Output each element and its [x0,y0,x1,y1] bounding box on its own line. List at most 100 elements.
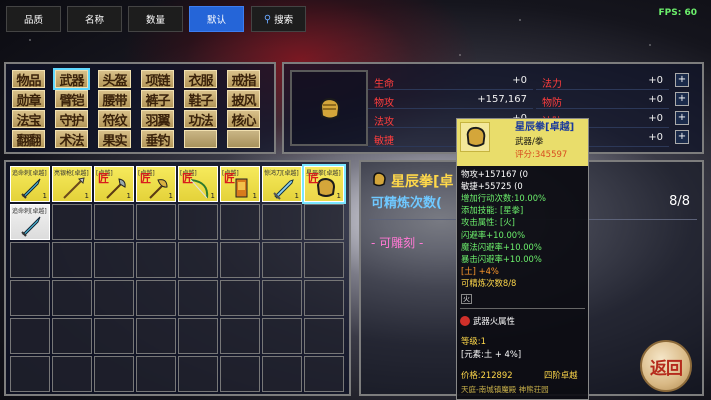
inventory-slot[interactable] [220,242,260,278]
category-tab[interactable]: 法宝 [12,110,45,129]
category-tab[interactable]: 头盔 [98,70,131,89]
category-tab[interactable]: 核心 [227,110,260,129]
inventory-slot[interactable] [52,204,92,240]
inventory-slot[interactable] [262,318,302,354]
inventory-slot[interactable] [94,318,134,354]
category-tab[interactable]: 项链 [141,70,174,89]
tooltip-attribute-line: 魔法闪避率+10.00% [461,241,542,252]
category-tab[interactable]: 臂铠 [55,90,88,109]
inventory-slot[interactable] [220,280,260,316]
quality-sort-button[interactable]: 品质 [6,6,61,32]
quantity-sort-button[interactable]: 数量 [128,6,183,32]
inventory-slot[interactable] [178,204,218,240]
category-tab[interactable]: 翻翻 [12,130,45,149]
category-tab[interactable]: 鞋子 [184,90,217,109]
inventory-slot[interactable] [94,280,134,316]
category-tab[interactable]: 守护 [55,110,88,129]
dagger-icon [21,178,41,199]
category-tab[interactable]: 物品 [12,70,45,89]
category-tab[interactable]: 腰带 [98,90,131,109]
inventory-slot[interactable] [10,242,50,278]
inventory-slot[interactable] [136,280,176,316]
inventory-slot[interactable] [52,242,92,278]
category-tab[interactable]: 符纹 [98,110,131,129]
category-tab[interactable]: 披风 [227,90,260,109]
default-sort-button[interactable]: 默认 [189,6,244,32]
category-tab[interactable]: 武器 [53,68,90,90]
inventory-slot[interactable] [94,204,134,240]
inventory-slot[interactable] [10,280,50,316]
inventory-slot[interactable] [262,242,302,278]
equipped-slot[interactable] [290,70,368,146]
category-tab[interactable]: 功法 [184,110,217,129]
inventory-slot[interactable] [178,242,218,278]
inventory-slot[interactable]: 追命刺[卓越] [10,204,50,240]
inventory-slot[interactable] [136,204,176,240]
category-tab[interactable]: 衣服 [184,70,217,89]
inventory-slot[interactable] [220,356,260,392]
category-tab[interactable]: 勋章 [12,90,45,109]
inventory-slot[interactable] [262,280,302,316]
inventory-slot[interactable] [52,280,92,316]
inventory-slot[interactable]: 追命刺[卓越] 1 [10,166,50,202]
category-tab[interactable]: 羽翼 [141,110,174,129]
inventory-slot[interactable] [304,204,344,240]
search-button[interactable]: ⚲ 搜索 [251,6,306,32]
category-tab[interactable]: 果实 [98,130,131,149]
inventory-slot[interactable] [178,318,218,354]
stat-increase-button[interactable]: + [675,111,689,125]
inventory-slot[interactable] [304,318,344,354]
inventory-slot[interactable] [52,356,92,392]
stat-value: +0 [512,75,527,86]
inventory-slot[interactable] [94,242,134,278]
item-craft-tag: 匠 [98,172,109,185]
item-count: 1 [252,192,257,200]
stat-label: 物攻 [374,98,394,109]
inventory-slot[interactable] [136,318,176,354]
inventory-slot[interactable] [220,318,260,354]
stat-increase-button[interactable]: + [675,130,689,144]
category-tab[interactable]: 垂钓 [141,130,174,149]
inventory-slot[interactable]: [卓越] 匠 1 [94,166,134,202]
inventory-slot[interactable] [262,356,302,392]
inventory-slot[interactable] [304,280,344,316]
inventory-slot[interactable]: [卓越] 匠 1 [136,166,176,202]
inventory-slot[interactable]: 亮银枪[卓越] 1 [52,166,92,202]
inventory-slot[interactable] [178,356,218,392]
tooltip-origin: 天庭-南城镇魔殿 神熊荘园 [461,385,549,394]
item-craft-tag: 匠 [182,172,193,185]
inventory-slot[interactable]: [卓越] 匠 1 [220,166,260,202]
inventory-slot[interactable] [178,280,218,316]
inventory-slot[interactable] [304,356,344,392]
inventory-slot[interactable] [52,318,92,354]
back-button[interactable]: 返回 [640,340,692,392]
inventory-slot[interactable] [136,242,176,278]
tooltip-icon-frame [460,122,490,152]
tooltip-price: 价格:212892 [461,370,513,380]
inventory-slot[interactable]: 惊鸿刀[卓越] 1 [262,166,302,202]
inventory-slot[interactable] [94,356,134,392]
inventory-slot[interactable] [10,318,50,354]
inventory-slot[interactable] [220,204,260,240]
category-tab[interactable]: 裤子 [141,90,174,109]
category-slot-empty [184,130,217,148]
inventory-slot[interactable] [262,204,302,240]
item-count: 1 [210,192,215,200]
inventory-slot[interactable]: 星辰拳[卓越] 匠 1 [302,164,346,204]
name-sort-button[interactable]: 名称 [67,6,122,32]
stat-label: 生命 [374,79,394,90]
category-label: 项链 [145,73,170,89]
stat-increase-button[interactable]: + [675,92,689,106]
inventory-slot[interactable] [10,356,50,392]
inventory-slot[interactable] [304,242,344,278]
stat-increase-button[interactable]: + [675,73,689,87]
refine-label: 可精炼次数( [371,196,442,211]
category-label: 术法 [59,133,84,149]
category-label: 腰带 [102,93,127,109]
inventory-slot[interactable] [136,356,176,392]
stat-label: 物防 [542,98,562,109]
category-tab[interactable]: 戒指 [227,70,260,89]
back-label: 返回 [650,358,683,379]
category-tab[interactable]: 术法 [55,130,88,149]
inventory-slot[interactable]: [卓越] 匠 1 [178,166,218,202]
